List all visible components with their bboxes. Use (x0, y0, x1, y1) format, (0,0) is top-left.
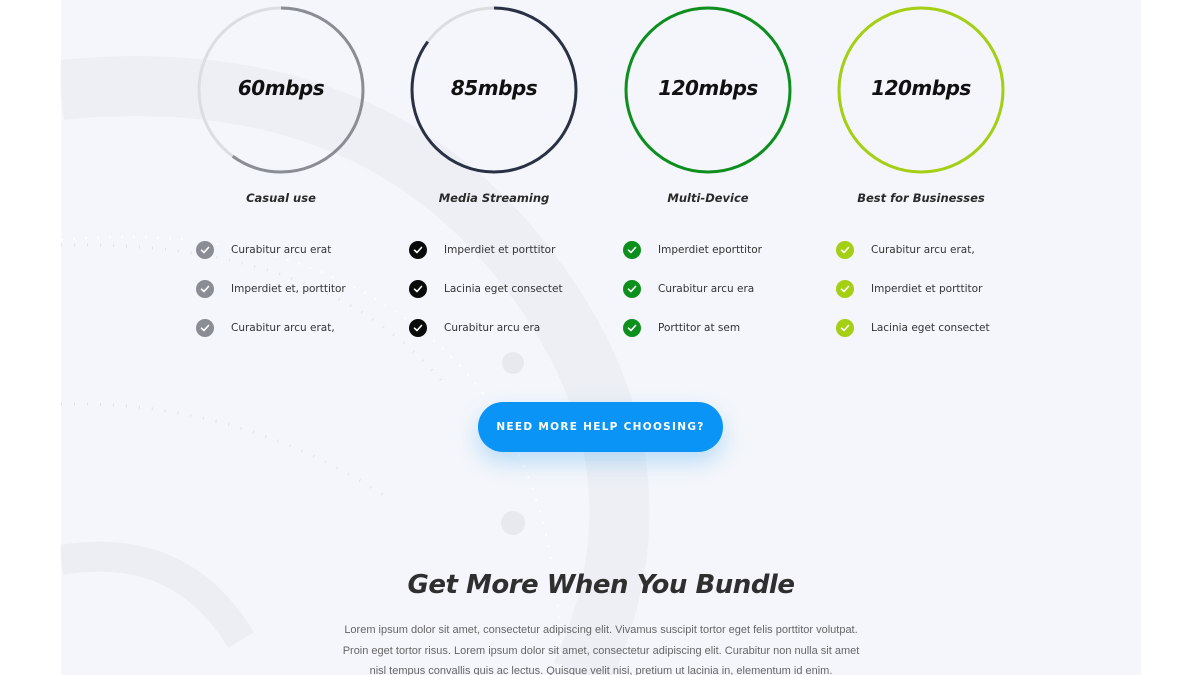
check-icon (623, 280, 641, 298)
feature-list: Curabitur arcu erat, Imperdiet et portti… (836, 239, 990, 356)
feature-item: Curabitur arcu erat, (836, 239, 990, 278)
check-icon (836, 319, 854, 337)
feature-label: Curabitur arcu era (658, 283, 755, 295)
help-choosing-button[interactable]: NEED MORE HELP CHOOSING? (478, 402, 723, 452)
check-icon (409, 241, 427, 259)
description-line: Proin eget tortor risus. Lorem ipsum dol… (342, 644, 860, 657)
feature-list: Curabitur arcu erat Imperdiet et, portti… (196, 239, 346, 356)
plan-speed: 85mbps (450, 76, 538, 100)
description-line: nisl tempus convallis quis ac lectus. Qu… (369, 665, 833, 675)
feature-label: Curabitur arcu erat, (231, 322, 335, 334)
plan-name: Casual use (246, 191, 316, 205)
plan-name: Multi-Device (667, 191, 749, 205)
plan-speed: 60mbps (237, 76, 325, 100)
feature-label: Lacinia eget consectet (871, 322, 990, 334)
feature-label: Imperdiet et porttitor (444, 244, 556, 256)
feature-item: Imperdiet et porttitor (409, 239, 563, 278)
feature-item: Curabitur arcu erat (196, 239, 346, 278)
feature-item: Curabitur arcu era (409, 317, 563, 356)
feature-label: Curabitur arcu erat (231, 244, 332, 256)
feature-item: Lacinia eget consectet (836, 317, 990, 356)
plan-name: Media Streaming (438, 191, 550, 205)
plan-name: Best for Businesses (857, 191, 985, 205)
feature-label: Curabitur arcu erat, (871, 244, 975, 256)
page-section: 60mbps Casual use Curabitur arcu erat Im… (61, 0, 1141, 675)
check-icon (196, 280, 214, 298)
feature-label: Imperdiet et porttitor (871, 283, 983, 295)
check-icon (409, 280, 427, 298)
plans-row: 60mbps Casual use Curabitur arcu erat Im… (61, 0, 1141, 360)
feature-list: Imperdiet et porttitor Lacinia eget cons… (409, 239, 563, 356)
feature-item: Curabitur arcu erat, (196, 317, 346, 356)
section-description: Lorem ipsum dolor sit amet, consectetur … (321, 620, 881, 675)
check-icon (196, 241, 214, 259)
check-icon (836, 241, 854, 259)
feature-label: Curabitur arcu era (444, 322, 541, 334)
feature-label: Lacinia eget consectet (444, 283, 563, 295)
check-icon (623, 241, 641, 259)
feature-item: Imperdiet eporttitor (623, 239, 762, 278)
feature-list: Imperdiet eporttitor Curabitur arcu era … (623, 239, 762, 356)
feature-item: Curabitur arcu era (623, 278, 762, 317)
description-line: Lorem ipsum dolor sit amet, consectetur … (344, 624, 858, 636)
feature-item: Imperdiet et porttitor (836, 278, 990, 317)
plan-speed: 120mbps (658, 76, 758, 100)
plan-speed: 120mbps (871, 76, 971, 100)
feature-label: Imperdiet et, porttitor (231, 283, 346, 295)
feature-item: Lacinia eget consectet (409, 278, 563, 317)
check-icon (196, 319, 214, 337)
section-title: Get More When You Bundle (407, 570, 795, 600)
check-icon (409, 319, 427, 337)
feature-label: Imperdiet eporttitor (658, 244, 762, 256)
check-icon (836, 280, 854, 298)
feature-label: Porttitor at sem (658, 322, 741, 334)
feature-item: Porttitor at sem (623, 317, 762, 356)
check-icon (623, 319, 641, 337)
feature-item: Imperdiet et, porttitor (196, 278, 346, 317)
